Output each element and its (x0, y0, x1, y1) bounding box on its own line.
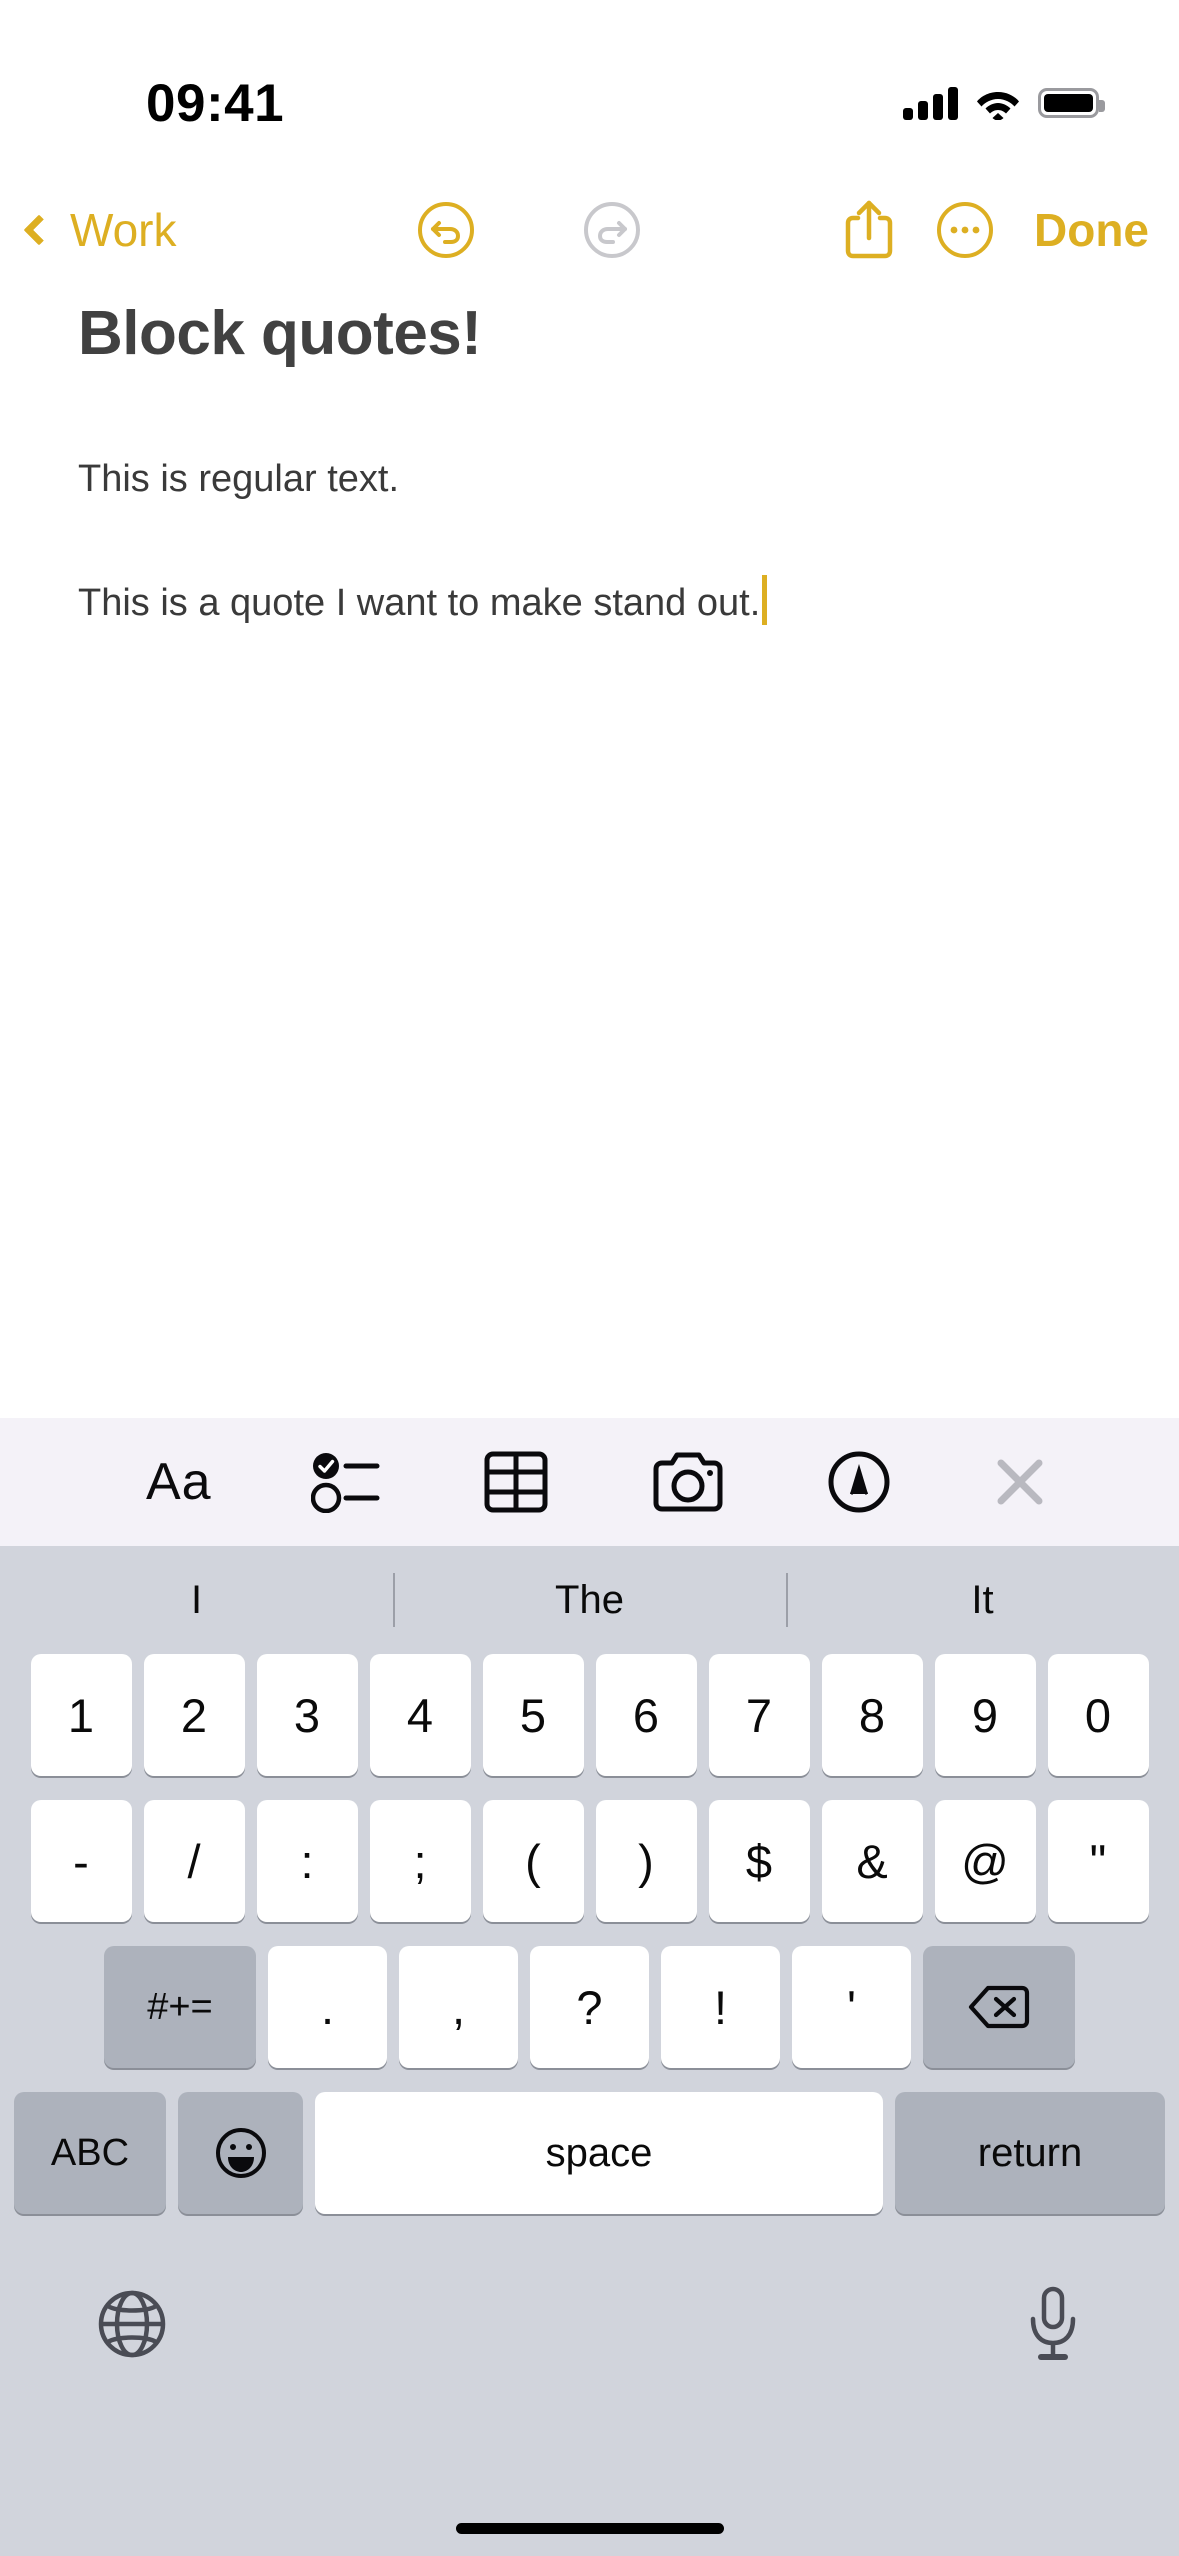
key-hyphen[interactable]: - (30, 1800, 132, 1922)
camera-button[interactable] (649, 1451, 727, 1513)
keyboard-bottom-row (0, 2214, 1179, 2394)
key-2[interactable]: 2 (143, 1654, 245, 1776)
nav-center-actions (217, 201, 843, 259)
redo-circle-icon (584, 202, 641, 258)
share-up-icon (845, 200, 893, 259)
keyboard-row-punctuation: #+= . , ? ! ' (0, 1946, 1179, 2068)
text-format-button[interactable]: Aa (146, 1452, 212, 1512)
undo-button[interactable] (417, 201, 475, 259)
key-comma[interactable]: , (399, 1946, 518, 2068)
key-5[interactable]: 5 (482, 1654, 584, 1776)
key-emoji[interactable] (178, 2092, 303, 2214)
back-button[interactable]: Work (23, 203, 177, 257)
key-abc[interactable]: ABC (14, 2092, 166, 2214)
note-paragraph-quote-text: This is a quote I want to make stand out… (78, 582, 761, 625)
key-space[interactable]: space (315, 2092, 883, 2214)
key-3[interactable]: 3 (256, 1654, 358, 1776)
close-keyboard-button[interactable] (991, 1453, 1049, 1511)
predictive-text-bar: I The It (0, 1546, 1179, 1654)
key-quote[interactable]: " (1047, 1800, 1149, 1922)
markup-button[interactable] (827, 1450, 891, 1514)
key-4[interactable]: 4 (369, 1654, 471, 1776)
navigation-bar: Work Done (0, 175, 1179, 285)
key-1[interactable]: 1 (30, 1654, 132, 1776)
keyboard-row-symbols: - / : ; ( ) $ & @ " (0, 1800, 1179, 1922)
note-paragraph-regular: This is regular text. (78, 458, 399, 501)
keyboard-row-numbers: 1 2 3 4 5 6 7 8 9 0 (0, 1654, 1179, 1776)
key-6[interactable]: 6 (595, 1654, 697, 1776)
key-question[interactable]: ? (530, 1946, 649, 2068)
undo-circle-icon (418, 202, 475, 258)
keyboard-row-bottom: ABC space return (0, 2092, 1179, 2214)
key-paren-open[interactable]: ( (482, 1800, 584, 1922)
note-content[interactable]: Block quotes! This is regular text. This… (0, 299, 1179, 630)
key-backspace[interactable] (923, 1946, 1075, 2068)
table-icon (484, 1451, 548, 1513)
status-time: 09:41 (146, 73, 285, 133)
text-format-icon: Aa (145, 1453, 212, 1511)
key-7[interactable]: 7 (708, 1654, 810, 1776)
share-button[interactable] (842, 198, 896, 262)
status-indicators (903, 86, 1105, 120)
checklist-icon (311, 1453, 380, 1513)
globe-button[interactable] (96, 2288, 168, 2360)
battery-full-icon (1038, 88, 1105, 118)
backspace-icon (968, 1985, 1030, 2029)
prediction-3[interactable]: It (786, 1578, 1179, 1623)
done-button[interactable]: Done (1034, 203, 1149, 257)
key-ampersand[interactable]: & (821, 1800, 923, 1922)
chevron-left-icon (23, 214, 55, 246)
key-paren-close[interactable]: ) (595, 1800, 697, 1922)
key-exclamation[interactable]: ! (661, 1946, 780, 2068)
key-8[interactable]: 8 (821, 1654, 923, 1776)
more-options-button[interactable] (936, 201, 994, 259)
table-button[interactable] (483, 1450, 549, 1514)
key-symbol-toggle[interactable]: #+= (104, 1946, 256, 2068)
keyboard: I The It 1 2 3 4 5 6 7 8 9 0 - / : ; ( )… (0, 1546, 1179, 2556)
key-period[interactable]: . (268, 1946, 387, 2068)
wifi-icon (977, 92, 1019, 120)
note-paragraph-quote: This is a quote I want to make stand out… (78, 575, 768, 629)
phone-screen: 09:41 Work Done Block quotes! This is re… (0, 0, 1179, 2556)
back-button-label: Work (70, 204, 177, 256)
globe-icon (98, 2290, 166, 2358)
emoji-smiley-icon (215, 2128, 266, 2178)
key-return[interactable]: return (895, 2092, 1165, 2214)
key-colon[interactable]: : (256, 1800, 358, 1922)
nav-right-actions: Done (842, 198, 1149, 262)
close-x-icon (997, 1459, 1043, 1505)
key-9[interactable]: 9 (934, 1654, 1036, 1776)
format-toolbar: Aa (0, 1418, 1179, 1546)
text-cursor (762, 575, 768, 626)
key-0[interactable]: 0 (1047, 1654, 1149, 1776)
home-indicator (455, 2523, 724, 2534)
markup-pen-icon (828, 1451, 890, 1513)
key-at[interactable]: @ (934, 1800, 1036, 1922)
key-semicolon[interactable]: ; (369, 1800, 471, 1922)
checklist-button[interactable] (311, 1451, 383, 1513)
key-slash[interactable]: / (143, 1800, 245, 1922)
ellipsis-circle-icon (937, 202, 993, 258)
prediction-1[interactable]: I (0, 1578, 393, 1623)
key-apostrophe[interactable]: ' (792, 1946, 911, 2068)
microphone-icon (1030, 2286, 1076, 2360)
signal-bars-icon (903, 86, 958, 120)
key-dollar[interactable]: $ (708, 1800, 810, 1922)
note-title: Block quotes! (78, 299, 482, 368)
prediction-2[interactable]: The (393, 1578, 786, 1623)
dictation-button[interactable] (1023, 2285, 1083, 2363)
status-bar: 09:41 (0, 0, 1179, 160)
camera-icon (653, 1452, 723, 1512)
redo-button[interactable] (583, 201, 641, 259)
